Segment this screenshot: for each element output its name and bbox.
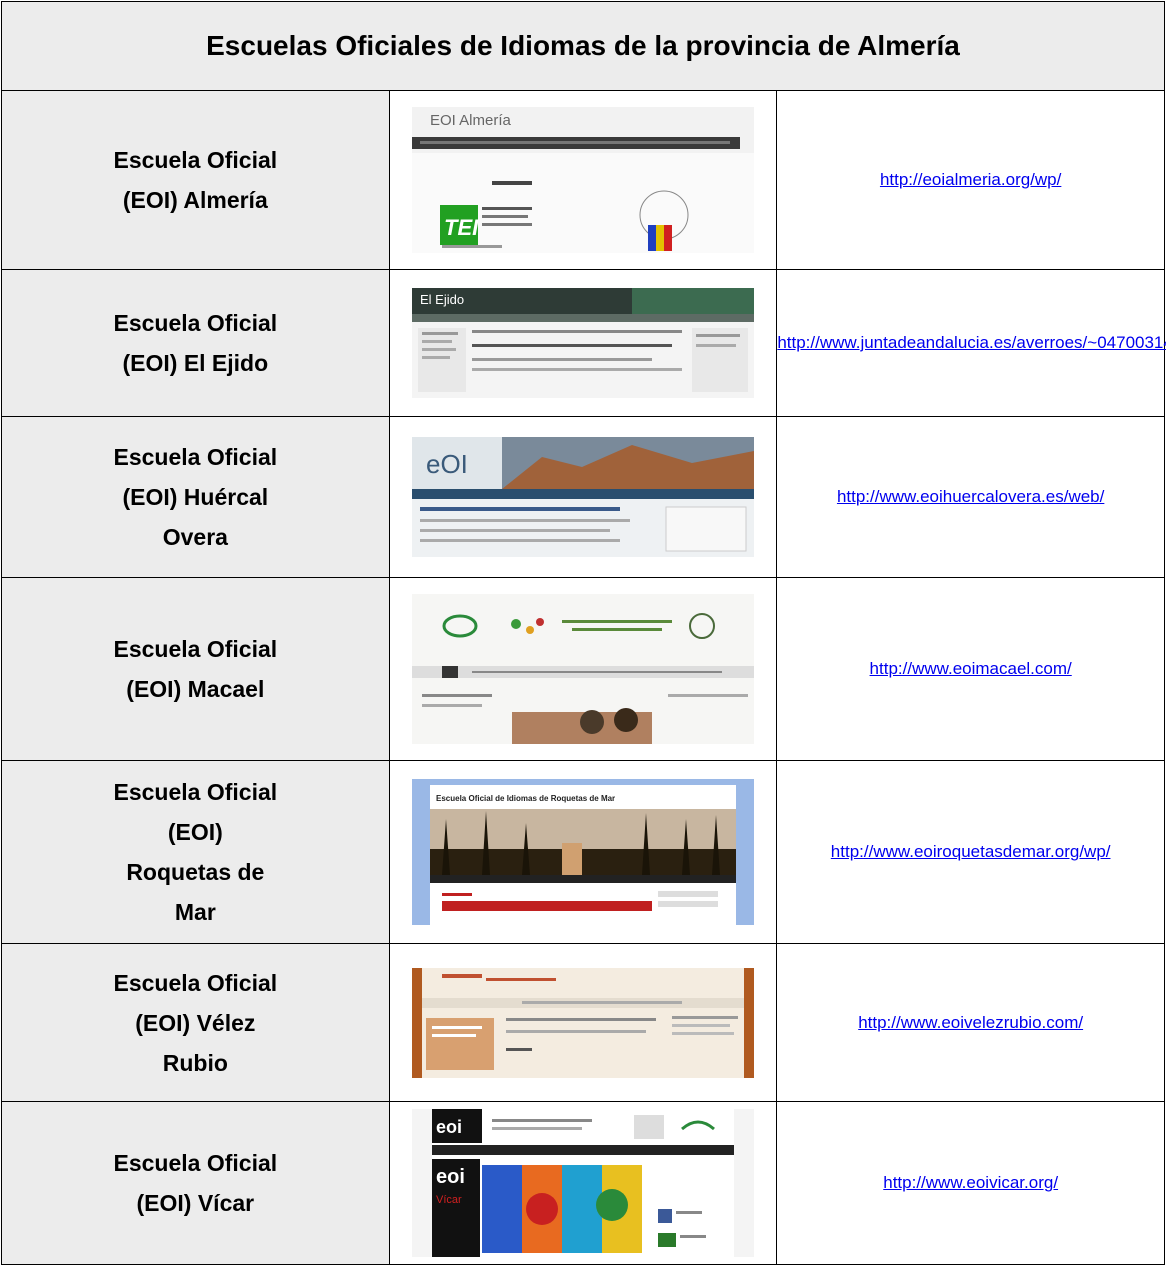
school-name-line: (EOI) Almería xyxy=(122,187,268,213)
url-cell: http://eoialmeria.org/wp/ xyxy=(776,90,1165,270)
school-name-line: Roquetas de xyxy=(126,859,265,885)
thumb-logo-text: EOI Almería xyxy=(430,112,512,129)
school-name-line: Rubio xyxy=(162,1049,228,1076)
school-website-link[interactable]: http://www.eoiroquetasdemar.org/wp/ xyxy=(831,842,1111,861)
school-name-line: Escuela Oficial xyxy=(113,147,278,173)
website-thumbnail-eoi-huercal-overa: eOI xyxy=(411,437,754,557)
table-title: Escuelas Oficiales de Idiomas de la prov… xyxy=(1,1,1165,91)
thumbnail-cell xyxy=(388,577,778,761)
school-name: Escuela Oficial (EOI) El Ejido xyxy=(1,269,390,417)
school-name: Escuela Oficial (EOI) Vélez Rubio xyxy=(1,943,390,1102)
thumb-logo-text: eOI xyxy=(426,449,468,479)
school-name-line: Escuela Oficial xyxy=(113,310,278,336)
school-website-link[interactable]: http://eoialmeria.org/wp/ xyxy=(880,170,1061,189)
url-cell: http://www.eoiroquetasdemar.org/wp/ xyxy=(776,760,1165,944)
school-name-line: (EOI) El Ejido xyxy=(122,350,269,376)
thumbnail-cell: eOI xyxy=(388,416,778,578)
table-row: Escuela Oficial (EOI) Vélez Rubio http:/… xyxy=(1,943,1165,1102)
school-name-line: Mar xyxy=(174,899,216,925)
school-name-line: Escuela Oficial xyxy=(113,969,278,996)
school-name: Escuela Oficial (EOI) Vícar xyxy=(1,1101,390,1265)
website-thumbnail-eoi-vicar: eoi eoi Vícar xyxy=(411,1109,754,1257)
url-cell: http://www.eoivicar.org/ xyxy=(776,1101,1165,1265)
website-thumbnail-eoi-el-ejido: El Ejido xyxy=(411,288,754,398)
thumbnail-cell: eoi eoi Vícar xyxy=(388,1101,778,1265)
school-name-line: Overa xyxy=(162,524,228,550)
thumbnail-cell: EOI Almería TEI xyxy=(388,90,778,270)
school-name-line: (EOI) Vélez xyxy=(135,1009,256,1036)
thumb-logo-text: eoi xyxy=(436,1166,465,1188)
thumb-logo-text: Vícar xyxy=(436,1194,462,1206)
school-website-link[interactable]: http://www.eoimacael.com/ xyxy=(870,659,1072,678)
schools-table: Escuelas Oficiales de Idiomas de la prov… xyxy=(1,1,1166,1265)
website-thumbnail-eoi-macael xyxy=(411,594,754,744)
url-cell: http://www.juntadeandalucia.es/averroes/… xyxy=(776,269,1166,417)
table-row: Escuela Oficial (EOI) Macael http://www.… xyxy=(1,577,1165,761)
school-name: Escuela Oficial (EOI) Roquetas de Mar xyxy=(1,760,390,944)
school-name-line: (EOI) Huércal xyxy=(122,484,269,510)
school-name-line: (EOI) Macael xyxy=(126,676,265,702)
url-cell: http://www.eoivelezrubio.com/ xyxy=(776,943,1165,1102)
thumbnail-cell: El Ejido xyxy=(388,269,778,417)
url-cell: http://www.eoihuercalovera.es/web/ xyxy=(776,416,1165,578)
table-row: Escuela Oficial (EOI) Almería EOI Almerí… xyxy=(1,90,1165,270)
school-website-link[interactable]: http://www.eoihuercalovera.es/web/ xyxy=(837,487,1104,506)
table-row: Escuela Oficial (EOI) Huércal Overa eOI … xyxy=(1,416,1165,578)
school-name: Escuela Oficial (EOI) Almería xyxy=(1,90,390,270)
thumb-logo-text: eoi xyxy=(436,1117,462,1137)
school-name-line: Escuela Oficial xyxy=(113,1150,278,1176)
thumb-logo-text: TEI xyxy=(444,215,479,240)
website-thumbnail-eoi-roquetas-de-mar: Escuela Oficial de Idiomas de Roquetas d… xyxy=(411,779,754,925)
school-website-link[interactable]: http://www.eoivelezrubio.com/ xyxy=(858,1013,1083,1032)
website-thumbnail-eoi-velez-rubio xyxy=(411,967,754,1078)
school-website-link[interactable]: http://www.juntadeandalucia.es/averroes/… xyxy=(777,333,1166,352)
school-name-line: Escuela Oficial xyxy=(113,444,278,470)
table-row: Escuela Oficial (EOI) El Ejido El Ejido xyxy=(1,269,1166,417)
school-name-line: (EOI) Vícar xyxy=(136,1190,255,1216)
school-name-line: (EOI) xyxy=(167,819,223,845)
school-name: Escuela Oficial (EOI) Macael xyxy=(1,577,390,761)
table-row: Escuela Oficial (EOI) Roquetas de Mar Es… xyxy=(1,760,1165,944)
school-website-link[interactable]: http://www.eoivicar.org/ xyxy=(883,1173,1058,1192)
school-name: Escuela Oficial (EOI) Huércal Overa xyxy=(1,416,390,578)
school-name-line: Escuela Oficial xyxy=(113,779,278,805)
school-name-line: Escuela Oficial xyxy=(113,636,278,662)
thumbnail-cell: Escuela Oficial de Idiomas de Roquetas d… xyxy=(388,760,778,944)
url-cell: http://www.eoimacael.com/ xyxy=(776,577,1165,761)
website-thumbnail-eoi-almeria: EOI Almería TEI xyxy=(411,107,754,253)
thumb-logo-text: Escuela Oficial de Idiomas de Roquetas d… xyxy=(436,794,615,803)
thumbnail-cell xyxy=(388,943,778,1102)
table-row: Escuela Oficial (EOI) Vícar eoi eoi Víca… xyxy=(1,1101,1165,1265)
thumb-logo-text: El Ejido xyxy=(420,292,464,307)
